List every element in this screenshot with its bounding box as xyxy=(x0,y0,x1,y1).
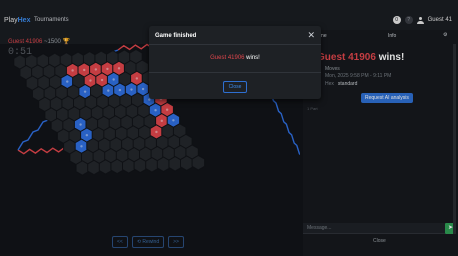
close-icon[interactable]: ✕ xyxy=(307,30,315,41)
dialog-divider-top xyxy=(149,44,321,45)
dialog-winner-suffix: wins! xyxy=(244,55,260,61)
dialog-message: Guest 41906 wins! xyxy=(149,55,321,61)
dialog-title: Game finished xyxy=(155,33,197,39)
dialog-close-button[interactable]: Close xyxy=(223,81,247,93)
dialog-winner-name: Guest 41906 xyxy=(210,55,245,61)
dialog-divider-bottom xyxy=(149,72,321,73)
game-finished-dialog: Game finished ✕ Guest 41906 wins! Close xyxy=(149,26,321,99)
